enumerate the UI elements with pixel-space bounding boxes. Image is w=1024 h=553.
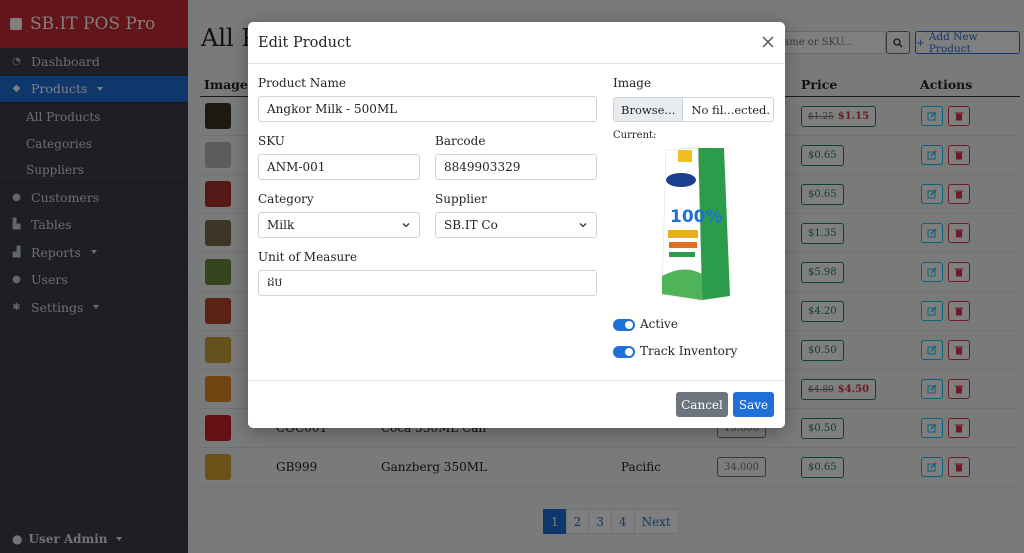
- product-name-label: Product Name: [258, 76, 346, 90]
- file-name: No fil...ected.: [691, 102, 771, 117]
- active-toggle[interactable]: [613, 319, 635, 331]
- close-icon[interactable]: [761, 35, 775, 49]
- track-inventory-toggle[interactable]: [613, 346, 635, 358]
- category-label: Category: [258, 192, 314, 206]
- track-inventory-label: Track Inventory: [640, 344, 738, 358]
- save-button[interactable]: Save: [733, 392, 774, 417]
- uom-input[interactable]: ដប: [258, 270, 597, 296]
- image-file-input[interactable]: Browse... No fil...ected.: [613, 97, 774, 122]
- image-label: Image: [613, 76, 652, 90]
- sku-label: SKU: [258, 134, 285, 148]
- uom-label: Unit of Measure: [258, 250, 358, 264]
- edit-product-modal: Edit Product Product Name Angkor Milk - …: [248, 22, 785, 428]
- modal-footer-divider: [248, 380, 785, 381]
- chevron-down-icon: [402, 223, 410, 228]
- sku-input[interactable]: ANM-001: [258, 154, 420, 180]
- product-name-input[interactable]: Angkor Milk - 500ML: [258, 96, 597, 122]
- supplier-select[interactable]: SB.IT Co: [435, 212, 597, 238]
- chevron-down-icon: [579, 223, 587, 228]
- barcode-label: Barcode: [435, 134, 486, 148]
- supplier-value: SB.IT Co: [444, 218, 498, 232]
- category-value: Milk: [267, 218, 295, 232]
- modal-title: Edit Product: [258, 35, 351, 51]
- supplier-label: Supplier: [435, 192, 487, 206]
- image-label-text: 100%: [670, 207, 723, 227]
- cancel-button[interactable]: Cancel: [676, 392, 728, 417]
- category-select[interactable]: Milk: [258, 212, 420, 238]
- current-image-label: Current:: [613, 130, 657, 141]
- modal-header: Edit Product: [248, 22, 785, 64]
- barcode-input[interactable]: 8849903329: [435, 154, 597, 180]
- active-label: Active: [640, 317, 678, 331]
- product-image: 100%: [661, 146, 730, 302]
- browse-button[interactable]: Browse...: [614, 98, 684, 121]
